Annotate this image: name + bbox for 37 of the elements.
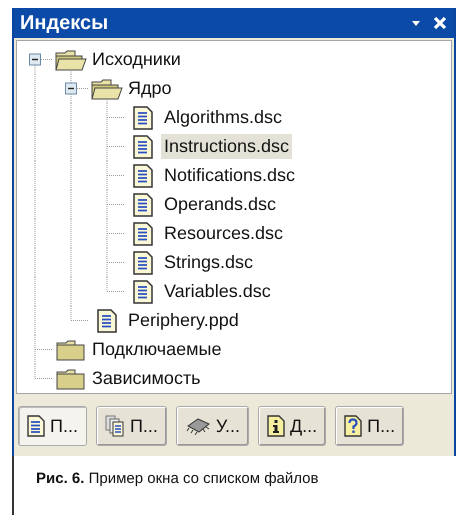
panel-tab[interactable]: П... <box>335 406 404 446</box>
document-icon <box>97 308 117 332</box>
document-icon <box>133 250 153 274</box>
tree-item[interactable]: Variables.dsc <box>161 279 274 304</box>
document-icon <box>27 415 45 437</box>
tree-item[interactable]: Notifications.dsc <box>161 163 298 188</box>
tree-item[interactable]: Подключаемые <box>89 337 224 362</box>
panel-tab[interactable]: П... <box>18 406 87 446</box>
document-icon <box>133 164 153 188</box>
help-icon <box>344 415 362 437</box>
document-icon <box>133 106 153 130</box>
panel-tab[interactable]: У... <box>176 406 249 446</box>
tree-item[interactable]: Strings.dsc <box>161 250 256 275</box>
figure-caption: Рис. 6. Пример окна со списком файлов <box>36 470 318 487</box>
panel-tab[interactable]: П... <box>96 406 167 446</box>
tree-item[interactable]: Instructions.dsc <box>161 134 292 159</box>
document-icon <box>133 192 153 216</box>
copies-icon <box>104 415 125 437</box>
folder-icon <box>55 338 87 360</box>
close-icon[interactable] <box>432 15 448 31</box>
tree-item[interactable]: Algorithms.dsc <box>161 105 286 130</box>
chip-icon <box>184 417 211 435</box>
window-title: Индексы <box>20 12 110 34</box>
tree-item[interactable]: Ядро <box>125 76 175 101</box>
folder-icon <box>55 368 87 390</box>
collapse-icon[interactable] <box>65 82 77 94</box>
document-icon <box>133 222 153 246</box>
tree-item[interactable]: Зависимость <box>89 366 204 391</box>
tree-item[interactable]: Исходники <box>89 47 184 72</box>
tree-item[interactable]: Operands.dsc <box>161 192 280 217</box>
collapse-icon[interactable] <box>29 54 41 66</box>
tree-item[interactable]: Periphery.ppd <box>125 308 242 333</box>
tree-item[interactable]: Resources.dsc <box>161 221 286 246</box>
info-icon <box>266 415 285 437</box>
document-icon <box>133 280 153 304</box>
panel-tab[interactable]: Д... <box>258 406 326 446</box>
document-icon <box>133 134 153 158</box>
